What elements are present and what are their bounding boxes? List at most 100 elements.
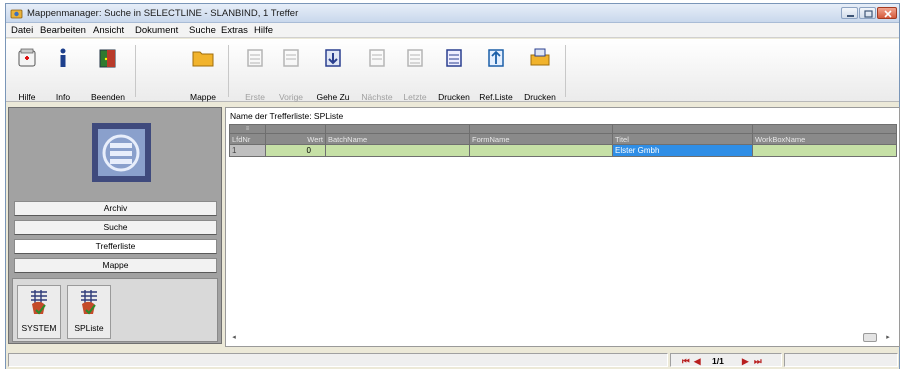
print-folder-button[interactable]: Drucken (520, 41, 560, 102)
pager-prev-icon[interactable]: ◀ (694, 356, 701, 367)
print-label: Drucken (438, 92, 470, 102)
grid-cell (469, 124, 613, 134)
scroll-thumb[interactable] (863, 333, 877, 342)
scroll-left-icon[interactable]: ◂ (229, 332, 239, 344)
nav-archiv[interactable]: Archiv (14, 201, 217, 216)
column-header-wert[interactable]: Wert (265, 133, 326, 145)
goto-button[interactable]: Gehe Zu (313, 41, 353, 102)
pager-first-icon[interactable]: ⏮ (682, 356, 690, 367)
column-header-batchname[interactable]: BatchName (325, 133, 470, 145)
print-folder-icon (530, 48, 550, 66)
nav-mappe[interactable]: Mappe (14, 258, 217, 273)
next-button[interactable]: Nächste (358, 41, 396, 102)
exit-door-icon (99, 49, 116, 68)
hitlist-pane: Name der Trefferliste: SPListe ≡ LfdNr W… (225, 107, 900, 347)
menu-ansicht[interactable]: Ansicht (93, 25, 124, 36)
first-record-icon (247, 49, 263, 67)
exit-button[interactable]: Beenden (86, 41, 130, 102)
column-header-lfdnr[interactable]: LfdNr (229, 133, 266, 145)
previous-label: Vorige (278, 92, 304, 102)
nav-suche[interactable]: Suche (14, 220, 217, 235)
menu-bar: Datei Bearbeiten Ansicht Dokument Suche … (6, 23, 899, 38)
archive-logo-image (92, 123, 151, 182)
title-bar: Mappenmanager: Suche in SELECTLINE - SLA… (6, 4, 899, 23)
hitlist-name-label: Name der Trefferliste: SPListe (230, 111, 344, 121)
pager-last-icon[interactable]: ⏭ (754, 356, 762, 367)
shortcut-pane: SYSTEM SPListe (12, 278, 218, 342)
grid-cell (752, 124, 897, 134)
window-title: Mappenmanager: Suche in SELECTLINE - SLA… (27, 8, 299, 19)
menu-bearbeiten[interactable]: Bearbeiten (40, 25, 86, 36)
maximize-icon (864, 10, 873, 18)
column-header-titel[interactable]: Titel (612, 133, 753, 145)
horizontal-scrollbar[interactable]: ◂ ▸ (229, 332, 896, 344)
maximize-button[interactable] (859, 7, 876, 19)
toolbar-separator (565, 45, 566, 97)
help-label: Hilfe (18, 92, 36, 102)
shortcut-system-label: SYSTEM (21, 323, 57, 333)
reference-list-icon (488, 49, 504, 67)
close-button[interactable] (877, 7, 897, 19)
grid-corner-marker[interactable]: ≡ (229, 124, 266, 134)
goto-record-icon (325, 49, 341, 67)
folder-icon (192, 51, 214, 67)
cell-wert[interactable]: 0 (265, 144, 326, 157)
info-label: Info (55, 92, 71, 102)
menu-suche[interactable]: Suche (189, 25, 216, 36)
reflist-button[interactable]: Ref.Liste (476, 41, 516, 102)
status-bar: ⏮ ◀ 1/1 ▶ ⏭ (6, 351, 899, 369)
cell-workboxname[interactable] (752, 144, 897, 157)
pager-next-icon[interactable]: ▶ (742, 356, 749, 367)
previous-button[interactable]: Vorige (274, 41, 308, 102)
goto-label: Gehe Zu (316, 92, 350, 102)
menu-hilfe[interactable]: Hilfe (254, 25, 273, 36)
shortcut-system[interactable]: SYSTEM (17, 285, 61, 339)
last-button[interactable]: Letzte (399, 41, 431, 102)
previous-record-icon (283, 49, 299, 67)
nav-trefferliste[interactable]: Trefferliste (14, 239, 217, 254)
print-list-icon (446, 49, 462, 67)
mappe-label: Mappe (190, 92, 216, 102)
first-button[interactable]: Erste (240, 41, 270, 102)
scroll-right-icon[interactable]: ▸ (883, 332, 893, 344)
grid-cell (325, 124, 470, 134)
help-button[interactable]: Hilfe (10, 41, 44, 102)
toolbar-separator (228, 45, 229, 97)
info-icon (60, 48, 66, 67)
last-record-icon (407, 49, 423, 67)
first-label: Erste (245, 92, 265, 102)
grid-header-row: LfdNr Wert BatchName FormName Titel Work… (229, 133, 897, 145)
status-message-panel (8, 353, 668, 367)
grid-top-row: ≡ (229, 124, 897, 134)
menu-dokument[interactable]: Dokument (135, 25, 178, 36)
hitlist-grid: ≡ LfdNr Wert BatchName FormName Titel Wo… (229, 124, 897, 157)
column-header-formname[interactable]: FormName (469, 133, 613, 145)
menu-datei[interactable]: Datei (11, 25, 33, 36)
next-label: Nächste (361, 92, 393, 102)
column-header-workboxname[interactable]: WorkBoxName (752, 133, 897, 145)
reflist-label: Ref.Liste (479, 92, 513, 102)
print-button[interactable]: Drucken (435, 41, 473, 102)
grid-cell (612, 124, 753, 134)
status-extra-panel (784, 353, 898, 367)
app-window: Mappenmanager: Suche in SELECTLINE - SLA… (5, 3, 900, 369)
hitlist-hand-icon (81, 290, 97, 315)
page-indicator: 1/1 (712, 356, 724, 366)
minimize-button[interactable] (841, 7, 858, 19)
shortcut-spliste[interactable]: SPListe (67, 285, 111, 339)
hitlist-hand-icon (31, 290, 47, 315)
help-book-icon (18, 48, 36, 67)
table-row[interactable]: 1 0 Elster Gmbh (229, 144, 897, 157)
close-icon (884, 10, 892, 18)
mappe-button[interactable]: Mappe (184, 41, 222, 102)
cell-titel-selected[interactable]: Elster Gmbh (612, 144, 753, 157)
cell-batchname[interactable] (325, 144, 470, 157)
menu-extras[interactable]: Extras (221, 25, 248, 36)
last-label: Letzte (403, 92, 427, 102)
toolbar-separator (135, 45, 136, 97)
info-button[interactable]: Info (46, 41, 80, 102)
app-icon (10, 9, 23, 19)
exit-label: Beenden (90, 92, 126, 102)
cell-formname[interactable] (469, 144, 613, 157)
cell-lfdnr[interactable]: 1 (229, 144, 266, 157)
